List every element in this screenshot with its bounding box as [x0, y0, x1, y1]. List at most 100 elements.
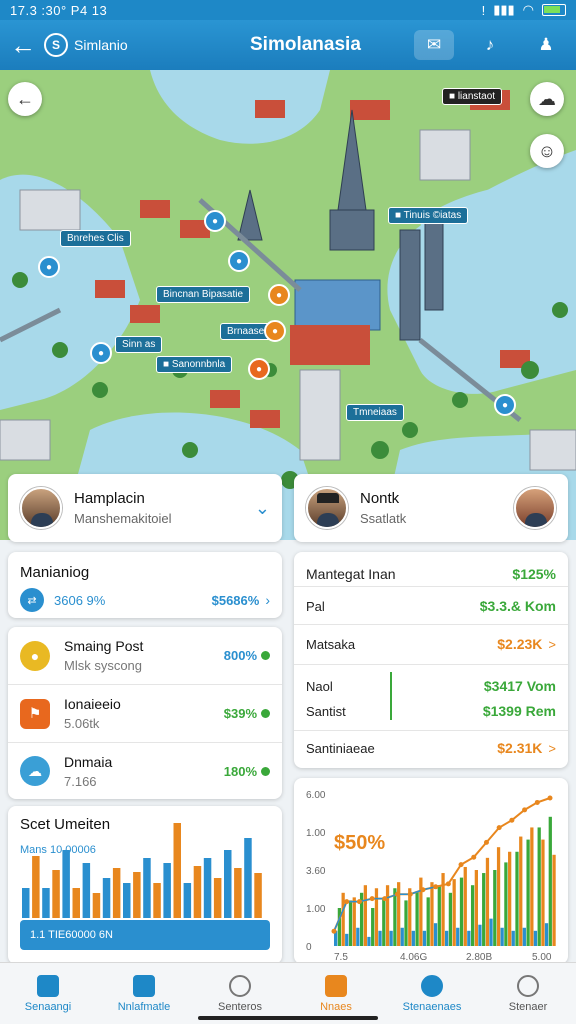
chart-bar: [393, 888, 397, 946]
info-icon: [133, 974, 155, 997]
list-item-title: Dnmaia: [64, 753, 113, 770]
map-pin-icon[interactable]: ●: [38, 256, 60, 278]
mini-chart-bar: [183, 883, 192, 918]
map-pin-icon[interactable]: ●: [268, 284, 290, 306]
nav-home[interactable]: Senaangi: [0, 963, 96, 1024]
map-label[interactable]: ■ lianstaot: [442, 88, 503, 105]
chart-bar: [474, 870, 478, 946]
list-item[interactable]: ⚑ Ionaieeio 5.06tk $39%: [8, 685, 282, 743]
cloud-icon: ☁: [20, 756, 50, 786]
chart-bar: [552, 854, 556, 946]
map-layers-button[interactable]: ☁: [530, 82, 564, 116]
status-icons: ! ▮▮▮ ◠: [482, 2, 566, 18]
chart-bar: [341, 892, 345, 946]
arrow-left-icon: ←: [16, 88, 34, 109]
chart-bar: [356, 927, 360, 946]
cloud-icon: ☁: [538, 88, 556, 109]
chart-bar: [478, 924, 482, 946]
map-label[interactable]: Bnrehes Clis: [60, 230, 131, 247]
map-avatar-button[interactable]: ☺: [530, 134, 564, 168]
notifications-button[interactable]: ♪: [470, 30, 510, 60]
city-map[interactable]: ← ☁ ☺ ■ lianstaot ■ Tinuis ©iatas Bnrehe…: [0, 70, 576, 540]
profile-subtitle: Manshemakitoiel: [74, 511, 172, 526]
nav-people[interactable]: Senteros: [192, 963, 288, 1024]
mini-chart-bar: [102, 878, 111, 918]
map-pin-icon[interactable]: ●: [264, 320, 286, 342]
stats-footer-value: $2.31K: [497, 740, 543, 756]
profile-card-secondary[interactable]: Nontk Ssatlatk: [294, 474, 568, 542]
nav-profile[interactable]: Stenaer: [480, 963, 576, 1024]
map-back-button[interactable]: ←: [8, 82, 42, 116]
chart-bar: [363, 885, 367, 946]
status-dot-icon: [261, 709, 270, 718]
nav-label: Nnaes: [320, 1000, 352, 1013]
list-item-title: Smaing Post: [64, 638, 144, 654]
chevron-right-icon[interactable]: >: [548, 741, 556, 756]
stats-row[interactable]: Pal $3.3.& Kom: [306, 598, 556, 614]
chevron-right-icon[interactable]: ›: [265, 592, 270, 608]
chat-icon: ✉: [426, 35, 442, 54]
items-list-card: ● Smaing Post Mlsk syscong 800% ⚑ Ionaie…: [8, 627, 282, 799]
chart-bar: [348, 900, 353, 946]
y-tick-label: 1.00: [306, 904, 326, 915]
list-item[interactable]: ● Smaing Post Mlsk syscong 800%: [8, 627, 282, 685]
chart-bar: [496, 847, 501, 946]
profile-button[interactable]: ♟: [526, 30, 566, 60]
map-pin-icon[interactable]: ●: [90, 342, 112, 364]
mini-chart-bar: [42, 888, 50, 918]
person-icon: [229, 974, 251, 997]
stats-row[interactable]: Naol $3417 Vom: [306, 678, 556, 694]
mini-chart-bar: [224, 850, 232, 918]
stats-card: Mantegat Inan $125% Pal $3.3.& Kom Matsa…: [294, 552, 568, 768]
mini-chart-bar: [254, 873, 262, 918]
chart-bar: [489, 918, 493, 946]
nav-info[interactable]: Nnlafmatle: [96, 963, 192, 1024]
chart-bar: [500, 927, 504, 946]
mini-chart-footer[interactable]: 1.1 TIE60000 6N: [20, 920, 270, 950]
stats-row[interactable]: Santist $1399 Rem: [306, 703, 556, 719]
map-pin-icon[interactable]: ●: [228, 250, 250, 272]
mini-chart-bar: [203, 858, 212, 918]
chart-bar: [452, 879, 456, 946]
chat-button[interactable]: ✉: [414, 30, 454, 60]
nav-stats[interactable]: Stenaenaes: [384, 963, 480, 1024]
map-pin-icon[interactable]: ●: [494, 394, 516, 416]
back-arrow-icon[interactable]: ←: [10, 30, 44, 61]
user-icon: [517, 974, 539, 997]
chart-bar: [537, 827, 541, 946]
managing-card[interactable]: Manianiog ⇄ 3606 9% $5686% ›: [8, 552, 282, 618]
nav-city[interactable]: Nnaes: [288, 963, 384, 1024]
home-icon: [37, 974, 59, 997]
map-label[interactable]: ■ Tinuis ©iatas: [388, 207, 469, 224]
stats-header: Mantegat Inan $125%: [306, 566, 556, 582]
list-item-subtitle: 7.166: [64, 773, 97, 789]
map-pin-icon[interactable]: ●: [248, 358, 270, 380]
chart-bar: [430, 882, 434, 946]
avatar[interactable]: [514, 487, 556, 529]
map-label[interactable]: Tmneiaas: [346, 404, 404, 421]
chevron-right-icon[interactable]: >: [548, 637, 556, 652]
map-label[interactable]: Sinn as: [115, 336, 163, 353]
home-indicator[interactable]: [198, 1016, 378, 1020]
y-tick-label: 6.00: [306, 790, 326, 801]
flag-icon: ⚑: [20, 698, 50, 729]
map-label[interactable]: ■ Sanonnbnla: [156, 356, 233, 373]
chart-bar: [482, 873, 486, 946]
map-pin-icon[interactable]: ●: [204, 210, 226, 232]
chevron-down-icon[interactable]: ⌄: [255, 498, 270, 519]
list-item[interactable]: ☁ Dnmaia 7.166 180%: [8, 743, 282, 799]
profile-card-primary[interactable]: Hamplacin Manshemakitoiel ⌄: [8, 474, 282, 542]
chart-bar: [345, 933, 349, 946]
mini-chart-bar: [153, 883, 161, 918]
stats-row[interactable]: Matsaka $2.23K >: [306, 636, 556, 652]
chart-bar: [467, 930, 471, 946]
mini-chart-bar: [133, 872, 141, 918]
chart-bar: [408, 888, 412, 946]
map-label[interactable]: Bincnan Bipasatie: [156, 286, 251, 303]
chart-bar: [374, 888, 379, 946]
alert-icon: !: [481, 2, 486, 18]
brand: S Simlanio: [44, 33, 214, 57]
managing-left-value: 3606 9%: [54, 592, 106, 608]
status-time: 17.3 :30° P4 13: [10, 2, 108, 18]
stats-footer[interactable]: Santiniaeae $2.31K >: [306, 740, 556, 756]
